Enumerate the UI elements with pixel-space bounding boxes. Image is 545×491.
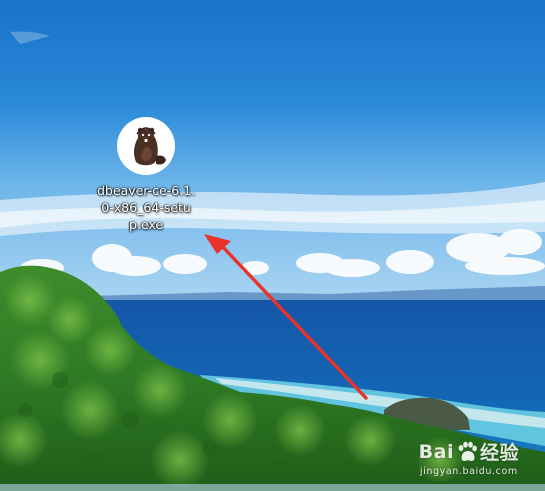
desktop: dbeaver-ce-6.1.0-x86_64-setup.exe Bai 经验… [0,0,545,491]
desktop-shortcut-dbeaver-installer[interactable]: dbeaver-ce-6.1.0-x86_64-setup.exe [96,116,196,233]
desktop-shortcut-label: dbeaver-ce-6.1.0-x86_64-setup.exe [96,183,196,232]
desktop-wallpaper [0,0,545,491]
beaver-icon [117,117,175,175]
